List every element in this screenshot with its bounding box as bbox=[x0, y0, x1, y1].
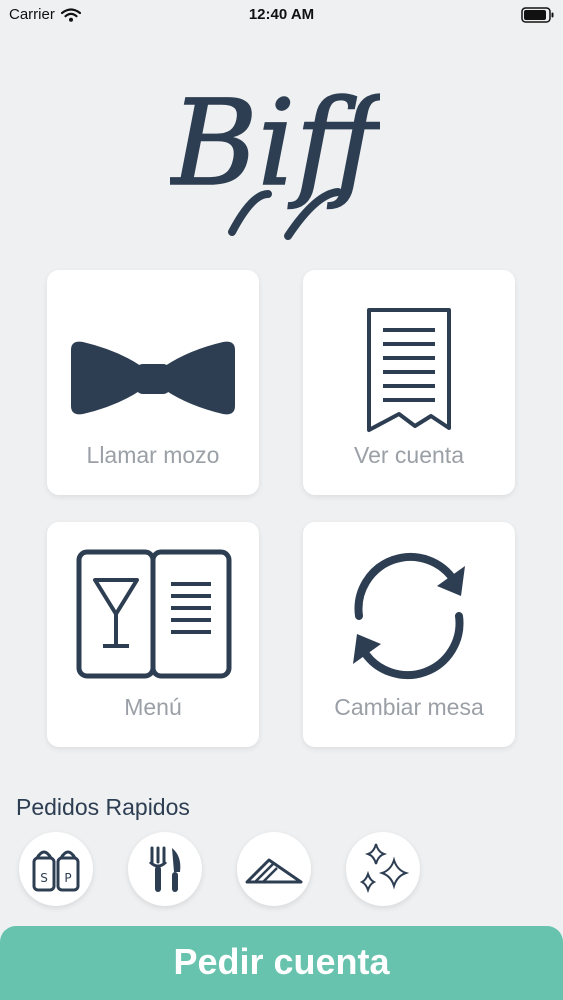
change-table-button[interactable]: Cambiar mesa bbox=[303, 522, 515, 747]
battery-icon bbox=[521, 7, 554, 23]
menu-book-icon bbox=[76, 549, 232, 679]
view-bill-label: Ver cuenta bbox=[354, 442, 464, 468]
menu-button[interactable]: Menú bbox=[47, 522, 259, 747]
bow-tie-icon bbox=[71, 341, 235, 415]
sparkle-icon bbox=[359, 843, 410, 894]
napkin-icon bbox=[245, 858, 303, 884]
change-table-label: Cambiar mesa bbox=[334, 694, 484, 720]
menu-label: Menú bbox=[124, 694, 182, 720]
request-bill-button[interactable]: Pedir cuenta bbox=[0, 926, 563, 1000]
quick-orders-title: Pedidos Rapidos bbox=[16, 794, 190, 820]
quick-cleaning-button[interactable] bbox=[346, 832, 420, 906]
receipt-icon bbox=[367, 308, 451, 432]
salt-letter: S bbox=[40, 871, 48, 885]
view-bill-button[interactable]: Ver cuenta bbox=[303, 270, 515, 495]
call-waiter-button[interactable]: Llamar mozo bbox=[47, 270, 259, 495]
pepper-letter: P bbox=[64, 871, 71, 885]
status-bar: Carrier 12:40 AM bbox=[0, 0, 563, 32]
fork-knife-icon bbox=[148, 846, 181, 892]
quick-cutlery-button[interactable] bbox=[128, 832, 202, 906]
quick-salt-pepper-button[interactable]: S P bbox=[19, 832, 93, 906]
call-waiter-label: Llamar mozo bbox=[86, 442, 220, 468]
status-time: 12:40 AM bbox=[248, 6, 315, 23]
logo-text: Biff bbox=[170, 74, 380, 212]
quick-napkin-button[interactable] bbox=[237, 832, 311, 906]
biff-logo: Biff bbox=[170, 73, 380, 240]
refresh-icon bbox=[353, 552, 465, 680]
salt-pepper-icon: S P bbox=[32, 850, 80, 892]
